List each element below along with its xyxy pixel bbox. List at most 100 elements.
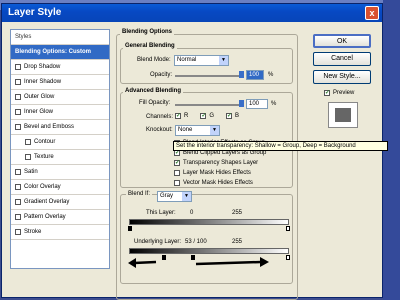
sidebar-item-label: Styles xyxy=(15,34,32,40)
channel-label: G xyxy=(209,113,215,119)
advanced-blending-title: Advanced Blending xyxy=(123,88,184,94)
channel-b-checkbox[interactable]: B xyxy=(226,113,239,119)
ok-button[interactable]: OK xyxy=(313,34,371,48)
check-icon xyxy=(175,113,181,119)
sidebar-item-styles[interactable]: Styles xyxy=(11,30,109,45)
underlying-layer-gradient[interactable] xyxy=(129,248,289,254)
sidebar-item-bevel-and-emboss[interactable]: Bevel and Emboss xyxy=(11,120,109,135)
sidebar-item-label: Bevel and Emboss xyxy=(24,124,75,130)
opacity-slider[interactable] xyxy=(175,75,241,77)
advanced-option-checkbox[interactable]: Transparency Shapes Layer xyxy=(174,158,266,168)
dialog-title: Layer Style xyxy=(8,7,62,18)
new-style-button[interactable]: New Style... xyxy=(313,70,371,84)
underlying-layer-values: 53 / 100 xyxy=(185,239,207,245)
channel-r-checkbox[interactable]: R xyxy=(175,113,188,119)
opacity-slider-thumb[interactable] xyxy=(239,71,244,78)
preview-thumbnail xyxy=(328,102,358,128)
opacity-label: Opacity: xyxy=(150,72,173,78)
checkbox-icon[interactable] xyxy=(15,124,21,130)
checkbox-icon[interactable] xyxy=(15,169,21,175)
channel-label: R xyxy=(184,113,189,119)
sidebar-item-label: Contour xyxy=(34,139,56,145)
knockout-select[interactable]: None ▼ xyxy=(175,125,220,136)
advanced-option-label: Vector Mask Hides Effects xyxy=(183,180,253,186)
channel-g-checkbox[interactable]: G xyxy=(200,113,214,119)
checkbox-icon[interactable] xyxy=(15,109,21,115)
blend-if-label: Blend If: xyxy=(126,191,153,197)
checkbox-icon[interactable] xyxy=(15,94,21,100)
general-blending-title: General Blending xyxy=(123,43,177,49)
close-button[interactable]: x xyxy=(365,6,379,20)
general-blending-group xyxy=(120,48,293,84)
underlying-white-thumb[interactable] xyxy=(286,255,290,260)
this-layer-white-thumb[interactable] xyxy=(286,226,290,231)
tooltip: Set the interior transparency: Shallow =… xyxy=(173,141,388,151)
fill-opacity-slider[interactable] xyxy=(175,104,241,106)
checkbox-icon[interactable] xyxy=(25,154,31,160)
sidebar-item-drop-shadow[interactable]: Drop Shadow xyxy=(11,60,109,75)
this-layer-black-thumb[interactable] xyxy=(128,226,132,231)
this-layer-min: 0 xyxy=(190,210,194,216)
annotation-arrows xyxy=(128,257,269,268)
sidebar-item-stroke[interactable]: Stroke xyxy=(11,225,109,240)
knockout-label: Knockout: xyxy=(146,127,173,133)
blend-mode-label: Blend Mode: xyxy=(137,57,171,63)
sidebar-item-label: Satin xyxy=(24,169,38,175)
sidebar-item-blending-options-custom[interactable]: Blending Options: Custom xyxy=(11,45,109,60)
checkbox-icon[interactable] xyxy=(15,79,21,85)
sidebar-item-label: Blending Options: Custom xyxy=(15,49,91,55)
sidebar-item-label: Stroke xyxy=(24,229,42,235)
channel-label: B xyxy=(235,113,240,119)
fill-opacity-percent: % xyxy=(271,101,277,107)
layer-style-dialog: Layer Style x Styles Blending Options: Cu… xyxy=(1,3,388,300)
sidebar-item-texture[interactable]: Texture xyxy=(11,150,109,165)
sidebar-item-label: Inner Shadow xyxy=(24,79,62,85)
preview-check-icon xyxy=(324,90,330,96)
chevron-down-icon: ▼ xyxy=(182,192,191,201)
preview-checkbox[interactable]: Preview xyxy=(324,90,354,96)
underlying-layer-max: 255 xyxy=(232,239,243,245)
check-icon xyxy=(226,113,233,119)
sidebar-item-contour[interactable]: Contour xyxy=(11,135,109,150)
blend-mode-value: Normal xyxy=(177,57,197,63)
advanced-option-checkbox[interactable]: Vector Mask Hides Effects xyxy=(174,178,266,188)
styles-list: Styles Blending Options: Custom Drop Shado… xyxy=(10,29,110,269)
fill-opacity-slider-thumb[interactable] xyxy=(239,100,244,107)
title-bar: Layer Style x xyxy=(2,4,382,22)
sidebar-item-label: Drop Shadow xyxy=(24,64,61,70)
sidebar-item-gradient-overlay[interactable]: Gradient Overlay xyxy=(11,195,109,210)
chevron-down-icon: ▼ xyxy=(210,126,219,135)
blend-if-value: Gray xyxy=(160,193,174,199)
checkbox-icon[interactable] xyxy=(25,139,31,145)
check-icon xyxy=(200,113,207,119)
this-layer-gradient[interactable] xyxy=(129,219,289,225)
preview-label: Preview xyxy=(333,90,355,96)
sidebar-item-color-overlay[interactable]: Color Overlay xyxy=(11,180,109,195)
sidebar-item-inner-shadow[interactable]: Inner Shadow xyxy=(11,75,109,90)
checkbox-icon[interactable] xyxy=(15,199,21,205)
checkbox-icon[interactable] xyxy=(15,64,21,70)
blend-if-select[interactable]: Gray ▼ xyxy=(157,191,192,202)
checkbox-icon xyxy=(174,180,180,186)
sidebar-item-label: Outer Glow xyxy=(24,94,55,100)
sidebar-item-outer-glow[interactable]: Outer Glow xyxy=(11,90,109,105)
advanced-option-checkbox[interactable]: Layer Mask Hides Effects xyxy=(174,168,266,178)
checkbox-icon[interactable] xyxy=(15,214,21,220)
sidebar-item-inner-glow[interactable]: Inner Glow xyxy=(11,105,109,120)
sidebar-item-pattern-overlay[interactable]: Pattern Overlay xyxy=(11,210,109,225)
checkbox-icon[interactable] xyxy=(15,184,21,190)
checkbox-icon[interactable] xyxy=(15,229,21,235)
this-layer-max: 255 xyxy=(232,210,243,216)
opacity-input[interactable]: 100 xyxy=(246,70,264,80)
advanced-option-label: Layer Mask Hides Effects xyxy=(183,170,251,176)
blend-mode-select[interactable]: Normal ▼ xyxy=(174,55,229,66)
sidebar-item-label: Gradient Overlay xyxy=(24,199,70,205)
cancel-button[interactable]: Cancel xyxy=(313,52,371,66)
knockout-value: None xyxy=(178,127,193,133)
preview-swatch xyxy=(335,108,351,122)
sidebar-item-satin[interactable]: Satin xyxy=(11,165,109,180)
chevron-down-icon: ▼ xyxy=(219,56,228,65)
checkbox-icon xyxy=(174,160,180,166)
opacity-percent: % xyxy=(268,72,274,78)
fill-opacity-input[interactable]: 100 xyxy=(246,99,268,109)
